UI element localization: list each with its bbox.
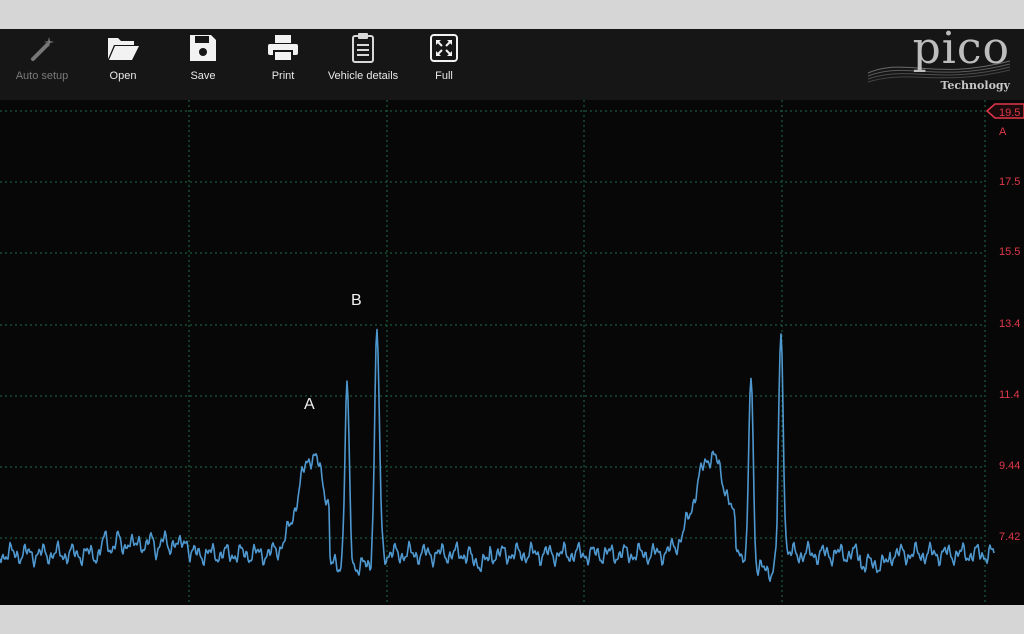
top-scale-label: 19.5 xyxy=(999,107,1020,119)
open-label: Open xyxy=(109,70,137,82)
scale-tick-label: 15.5 xyxy=(999,246,1020,258)
scope-display[interactable]: 19.5 A 17.5 15.5 13.4 11.4 9.44 7.42 A B xyxy=(0,100,1024,605)
print-label: Print xyxy=(271,70,295,82)
scale-tick-label: 13.4 xyxy=(999,318,1020,330)
floppy-disk-icon xyxy=(186,31,220,65)
pico-technology-logo: pico Technology xyxy=(864,29,1014,97)
grid xyxy=(0,100,986,605)
auto-setup-button[interactable]: Auto setup xyxy=(2,29,82,100)
brand-name: pico xyxy=(912,29,1010,74)
fullscreen-icon xyxy=(427,31,461,65)
scale-tick-label: 11.4 xyxy=(999,389,1020,401)
waveform-chart: 19.5 A 17.5 15.5 13.4 11.4 9.44 7.42 A B xyxy=(0,100,1024,605)
toolbar: Auto setup Open Save Print Vehicle detai… xyxy=(0,29,1024,100)
annotation-a: A xyxy=(304,396,315,413)
channel-label: A xyxy=(999,126,1007,138)
print-button[interactable]: Print xyxy=(243,29,323,100)
waveform-trace xyxy=(0,328,995,582)
scale-tick-label: 7.42 xyxy=(999,531,1020,543)
vehicle-details-button[interactable]: Vehicle details xyxy=(323,29,403,100)
brand-subtitle: Technology xyxy=(940,79,1010,92)
save-label: Save xyxy=(190,70,216,82)
auto-setup-label: Auto setup xyxy=(15,70,69,82)
full-label: Full xyxy=(435,70,453,82)
magic-wand-icon xyxy=(25,31,59,65)
save-button[interactable]: Save xyxy=(163,29,243,100)
full-screen-button[interactable]: Full xyxy=(404,29,484,100)
scale-tick-label: 9.44 xyxy=(999,460,1020,472)
folder-open-icon xyxy=(106,31,140,65)
picoscope-window: Auto setup Open Save Print Vehicle detai… xyxy=(0,29,1024,605)
scale-axis: 19.5 A 17.5 15.5 13.4 11.4 9.44 7.42 xyxy=(985,103,1024,543)
annotation-b: B xyxy=(351,292,362,309)
clipboard-icon xyxy=(346,31,380,65)
printer-icon xyxy=(266,31,300,65)
scale-tick-label: 17.5 xyxy=(999,176,1020,188)
vehicle-details-label: Vehicle details xyxy=(327,70,399,82)
open-button[interactable]: Open xyxy=(83,29,163,100)
